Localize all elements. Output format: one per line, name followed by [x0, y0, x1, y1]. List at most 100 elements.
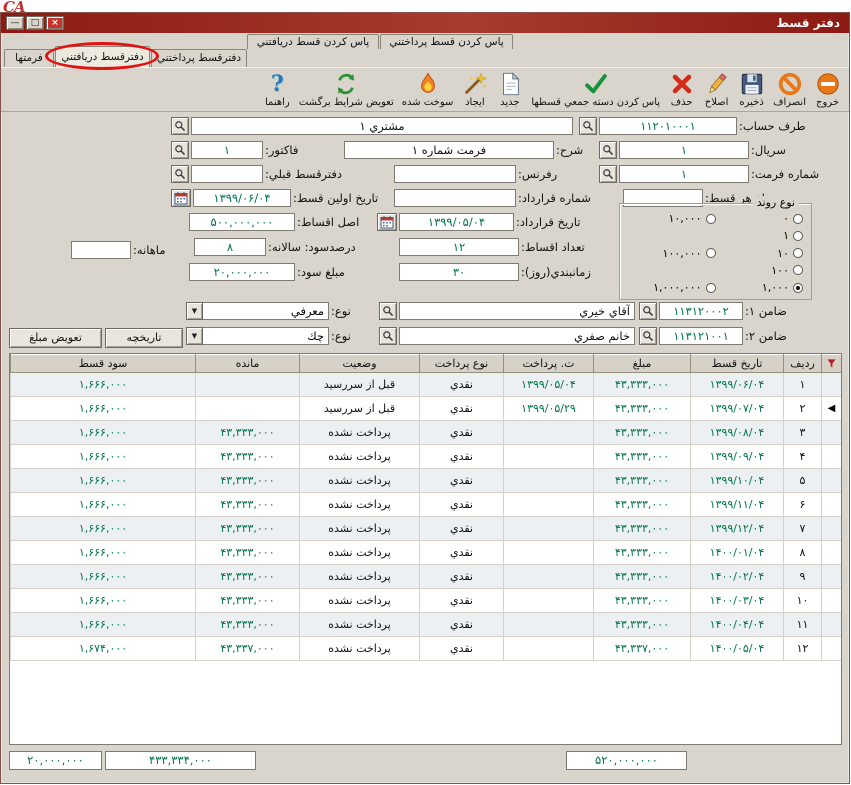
table-row[interactable]: ۶۱۳۹۹/۱۱/۰۴۴۳,۳۳۳,۰۰۰نقديپرداخت نشده۴۳,۳… — [10, 493, 841, 517]
chevron-down-icon[interactable]: ▼ — [186, 327, 203, 345]
invoice-search-button[interactable] — [171, 141, 189, 159]
reference-input[interactable] — [394, 165, 516, 183]
tab-payable-book[interactable]: دفترقسط پرداختني — [151, 49, 247, 67]
column-header[interactable]: مانده — [195, 354, 299, 373]
rounding-option[interactable]: ۱,۰۰۰,۰۰۰ — [628, 281, 716, 294]
schedule-input[interactable] — [399, 263, 519, 281]
cell-profit: ۱,۶۶۶,۰۰۰ — [10, 565, 195, 589]
table-row[interactable]: ۱۰۱۴۰۰/۰۳/۰۴۴۳,۳۳۳,۰۰۰نقديپرداخت نشده۴۳,… — [10, 589, 841, 613]
description-input[interactable] — [344, 141, 554, 159]
cell-pay_date: ۱۳۹۹/۰۵/۲۹ — [503, 397, 593, 421]
invoice-input[interactable] — [191, 141, 263, 159]
guarantor2-name-search-button[interactable] — [379, 327, 397, 345]
reference-field: رفرنس: — [394, 164, 557, 183]
maximize-button[interactable]: □ — [26, 16, 44, 30]
guarantor2-search-button[interactable] — [639, 327, 657, 345]
contract-number-input[interactable] — [394, 189, 516, 207]
format-number-input[interactable] — [619, 165, 749, 183]
cell-date: ۱۳۹۹/۰۹/۰۴ — [690, 445, 783, 469]
close-button[interactable]: × — [46, 16, 64, 30]
principal-input[interactable] — [189, 213, 295, 231]
delete-button[interactable]: حذف — [665, 69, 698, 109]
cell-radif: ۱۰ — [783, 589, 821, 613]
tab-formats[interactable]: فرمتها — [4, 49, 54, 67]
guarantor1-name-input[interactable] — [399, 302, 635, 320]
first-installment-date-calendar-button[interactable] — [171, 189, 191, 207]
table-row[interactable]: ۹۱۴۰۰/۰۲/۰۴۴۳,۳۳۳,۰۰۰نقديپرداخت نشده۴۳,۳… — [10, 565, 841, 589]
history-button[interactable]: تاريخچه — [105, 328, 183, 348]
first-installment-date-input[interactable] — [193, 189, 291, 207]
tab-pass-receivable[interactable]: پاس كردن قسط دريافتني — [247, 34, 379, 49]
column-header[interactable]: رديف — [783, 354, 821, 373]
guarantor1-search-button[interactable] — [639, 302, 657, 320]
column-header[interactable]: تاريخ قسط — [690, 354, 783, 373]
rounding-option[interactable]: ۱۰ — [716, 247, 804, 260]
rounding-option[interactable]: ۱,۰۰۰ — [716, 281, 804, 294]
guarantor2-type-select[interactable]: چك ▼ — [186, 327, 329, 345]
rounding-option[interactable]: ۱۰۰,۰۰۰ — [628, 247, 716, 260]
batch-pass-button[interactable]: پاس كردن دسته جمعي قسطها — [528, 69, 663, 109]
burned-button[interactable]: سوخت شده — [399, 69, 457, 109]
profit-amount-input[interactable] — [189, 263, 295, 281]
rounding-option[interactable]: ۰ — [716, 212, 804, 225]
table-row[interactable]: ۳۱۳۹۹/۰۸/۰۴۴۳,۳۳۳,۰۰۰نقديپرداخت نشده۴۳,۳… — [10, 421, 841, 445]
guarantor1-name-search-button[interactable] — [379, 302, 397, 320]
create-button[interactable]: ايجاد — [458, 69, 491, 109]
installment-count-input[interactable] — [399, 238, 519, 256]
serial-field: سريال: — [599, 140, 786, 159]
cell-date: ۱۴۰۰/۰۱/۰۴ — [690, 541, 783, 565]
interest-input[interactable] — [194, 238, 266, 256]
swap-return-conditions-button[interactable]: تعويض شرايط برگشت — [296, 69, 397, 109]
account-code-input[interactable] — [599, 117, 737, 135]
column-header[interactable]: سود قسط — [10, 354, 195, 373]
table-row[interactable]: ۱۱۳۹۹/۰۶/۰۴۴۳,۳۳۳,۰۰۰۱۳۹۹/۰۵/۰۴نقديقبل ا… — [10, 373, 841, 397]
tab-receivable-book[interactable]: دفترقسط دريافتني — [55, 46, 150, 67]
cell-status: پرداخت نشده — [299, 445, 419, 469]
table-row[interactable]: ۴۱۳۹۹/۰۹/۰۴۴۳,۳۳۳,۰۰۰نقديپرداخت نشده۴۳,۳… — [10, 445, 841, 469]
serial-search-button[interactable] — [599, 141, 617, 159]
edit-button[interactable]: اصلاح — [700, 69, 733, 109]
cell-date: ۱۴۰۰/۰۲/۰۴ — [690, 565, 783, 589]
cancel-button[interactable]: انصراف — [770, 69, 809, 109]
cell-amount: ۴۳,۳۳۳,۰۰۰ — [593, 445, 690, 469]
guarantor2-name-input[interactable] — [399, 327, 635, 345]
new-button[interactable]: جديد — [493, 69, 526, 109]
guarantor1-code-input[interactable] — [659, 302, 743, 320]
previous-book-search-button[interactable] — [171, 165, 189, 183]
previous-book-input[interactable] — [191, 165, 263, 183]
swap-amount-button[interactable]: تعويض مبلغ — [9, 328, 102, 348]
serial-input[interactable] — [619, 141, 749, 159]
rounding-option[interactable]: ۱۰۰ — [716, 264, 804, 277]
search-icon — [174, 120, 186, 132]
guarantor2-code-input[interactable] — [659, 327, 743, 345]
contract-date-input[interactable] — [399, 213, 514, 231]
tab-pass-payable[interactable]: پاس كردن قسط پرداختني — [380, 34, 513, 49]
monthly-input[interactable] — [71, 241, 131, 259]
chevron-down-icon[interactable]: ▼ — [186, 302, 203, 320]
exit-icon — [814, 70, 841, 97]
guarantor1-type-select[interactable]: معرفي ▼ — [186, 302, 329, 320]
help-button[interactable]: ?راهنما — [261, 69, 294, 109]
column-header[interactable]: مبلغ — [593, 354, 690, 373]
table-row[interactable]: ۸۱۴۰۰/۰۱/۰۴۴۳,۳۳۳,۰۰۰نقديپرداخت نشده۴۳,۳… — [10, 541, 841, 565]
installment-count-field: تعداد اقساط: — [399, 237, 585, 256]
rounding-option[interactable]: ۱۰,۰۰۰ — [628, 212, 716, 225]
column-header[interactable]: نوع پرداخت — [419, 354, 503, 373]
account-name-input[interactable] — [191, 117, 573, 135]
account-search-button[interactable] — [579, 117, 597, 135]
table-row[interactable]: ۵۱۳۹۹/۱۰/۰۴۴۳,۳۳۳,۰۰۰نقديپرداخت نشده۴۳,۳… — [10, 469, 841, 493]
account-name-search-button[interactable] — [171, 117, 189, 135]
minimize-button[interactable]: — — [6, 16, 24, 30]
save-button[interactable]: ذخيره — [735, 69, 768, 109]
table-row[interactable]: ۱۱۱۴۰۰/۰۴/۰۴۴۳,۳۳۳,۰۰۰نقديپرداخت نشده۴۳,… — [10, 613, 841, 637]
exit-button[interactable]: خروج — [811, 69, 844, 109]
column-header[interactable]: وضعيت — [299, 354, 419, 373]
rounding-option[interactable]: ۱ — [716, 229, 804, 242]
contract-date-calendar-button[interactable] — [377, 213, 397, 231]
table-row[interactable]: ۱۲۱۴۰۰/۰۵/۰۴۴۳,۳۳۷,۰۰۰نقديپرداخت نشده۴۳,… — [10, 637, 841, 661]
format-number-search-button[interactable] — [599, 165, 617, 183]
table-row[interactable]: ۷۱۳۹۹/۱۲/۰۴۴۳,۳۳۳,۰۰۰نقديپرداخت نشده۴۳,۳… — [10, 517, 841, 541]
table-row[interactable]: ◀۲۱۳۹۹/۰۷/۰۴۴۳,۳۳۳,۰۰۰۱۳۹۹/۰۵/۲۹نقديقبل … — [10, 397, 841, 421]
filter-header-cell[interactable] — [821, 354, 841, 373]
column-header[interactable]: ت. پرداخت — [503, 354, 593, 373]
